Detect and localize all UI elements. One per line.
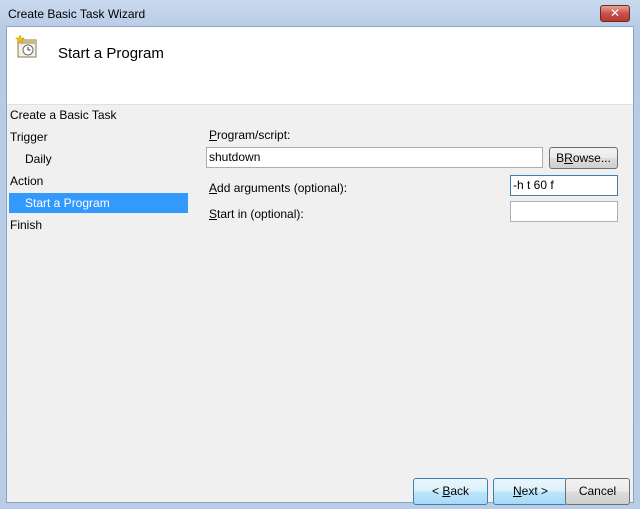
close-icon: ✕ bbox=[609, 6, 621, 20]
browse-button[interactable]: BRowse... bbox=[549, 147, 618, 169]
step-action: Action bbox=[10, 174, 44, 188]
task-scheduler-icon bbox=[15, 35, 37, 58]
add-arguments-label: Add arguments (optional): bbox=[209, 181, 348, 195]
cancel-button[interactable]: Cancel bbox=[565, 478, 630, 505]
add-arguments-input[interactable]: -h t 60 f bbox=[510, 175, 618, 196]
page-title: Start a Program bbox=[58, 45, 164, 62]
step-finish: Finish bbox=[10, 218, 43, 232]
step-daily: Daily bbox=[25, 152, 52, 166]
program-script-label: Program/script: bbox=[209, 128, 291, 142]
back-button[interactable]: < Back bbox=[413, 478, 488, 505]
close-button[interactable]: ✕ bbox=[600, 5, 630, 22]
step-start-a-program: Start a Program bbox=[9, 193, 188, 213]
wizard-header: Start a Program bbox=[7, 27, 633, 105]
start-in-label: Start in (optional): bbox=[209, 207, 304, 221]
program-script-input[interactable]: shutdown bbox=[206, 147, 543, 168]
start-in-input[interactable] bbox=[510, 201, 618, 222]
wizard-client-area: Start a Program Create a Basic Task Trig… bbox=[6, 26, 634, 505]
wizard-window: Create Basic Task Wizard ✕ Start a Progr… bbox=[0, 0, 640, 509]
next-button[interactable]: Next > bbox=[493, 478, 568, 505]
step-trigger: Trigger bbox=[10, 130, 48, 144]
window-title: Create Basic Task Wizard bbox=[8, 7, 146, 21]
title-bar: Create Basic Task Wizard ✕ bbox=[0, 0, 640, 28]
step-create-basic-task: Create a Basic Task bbox=[10, 108, 117, 122]
